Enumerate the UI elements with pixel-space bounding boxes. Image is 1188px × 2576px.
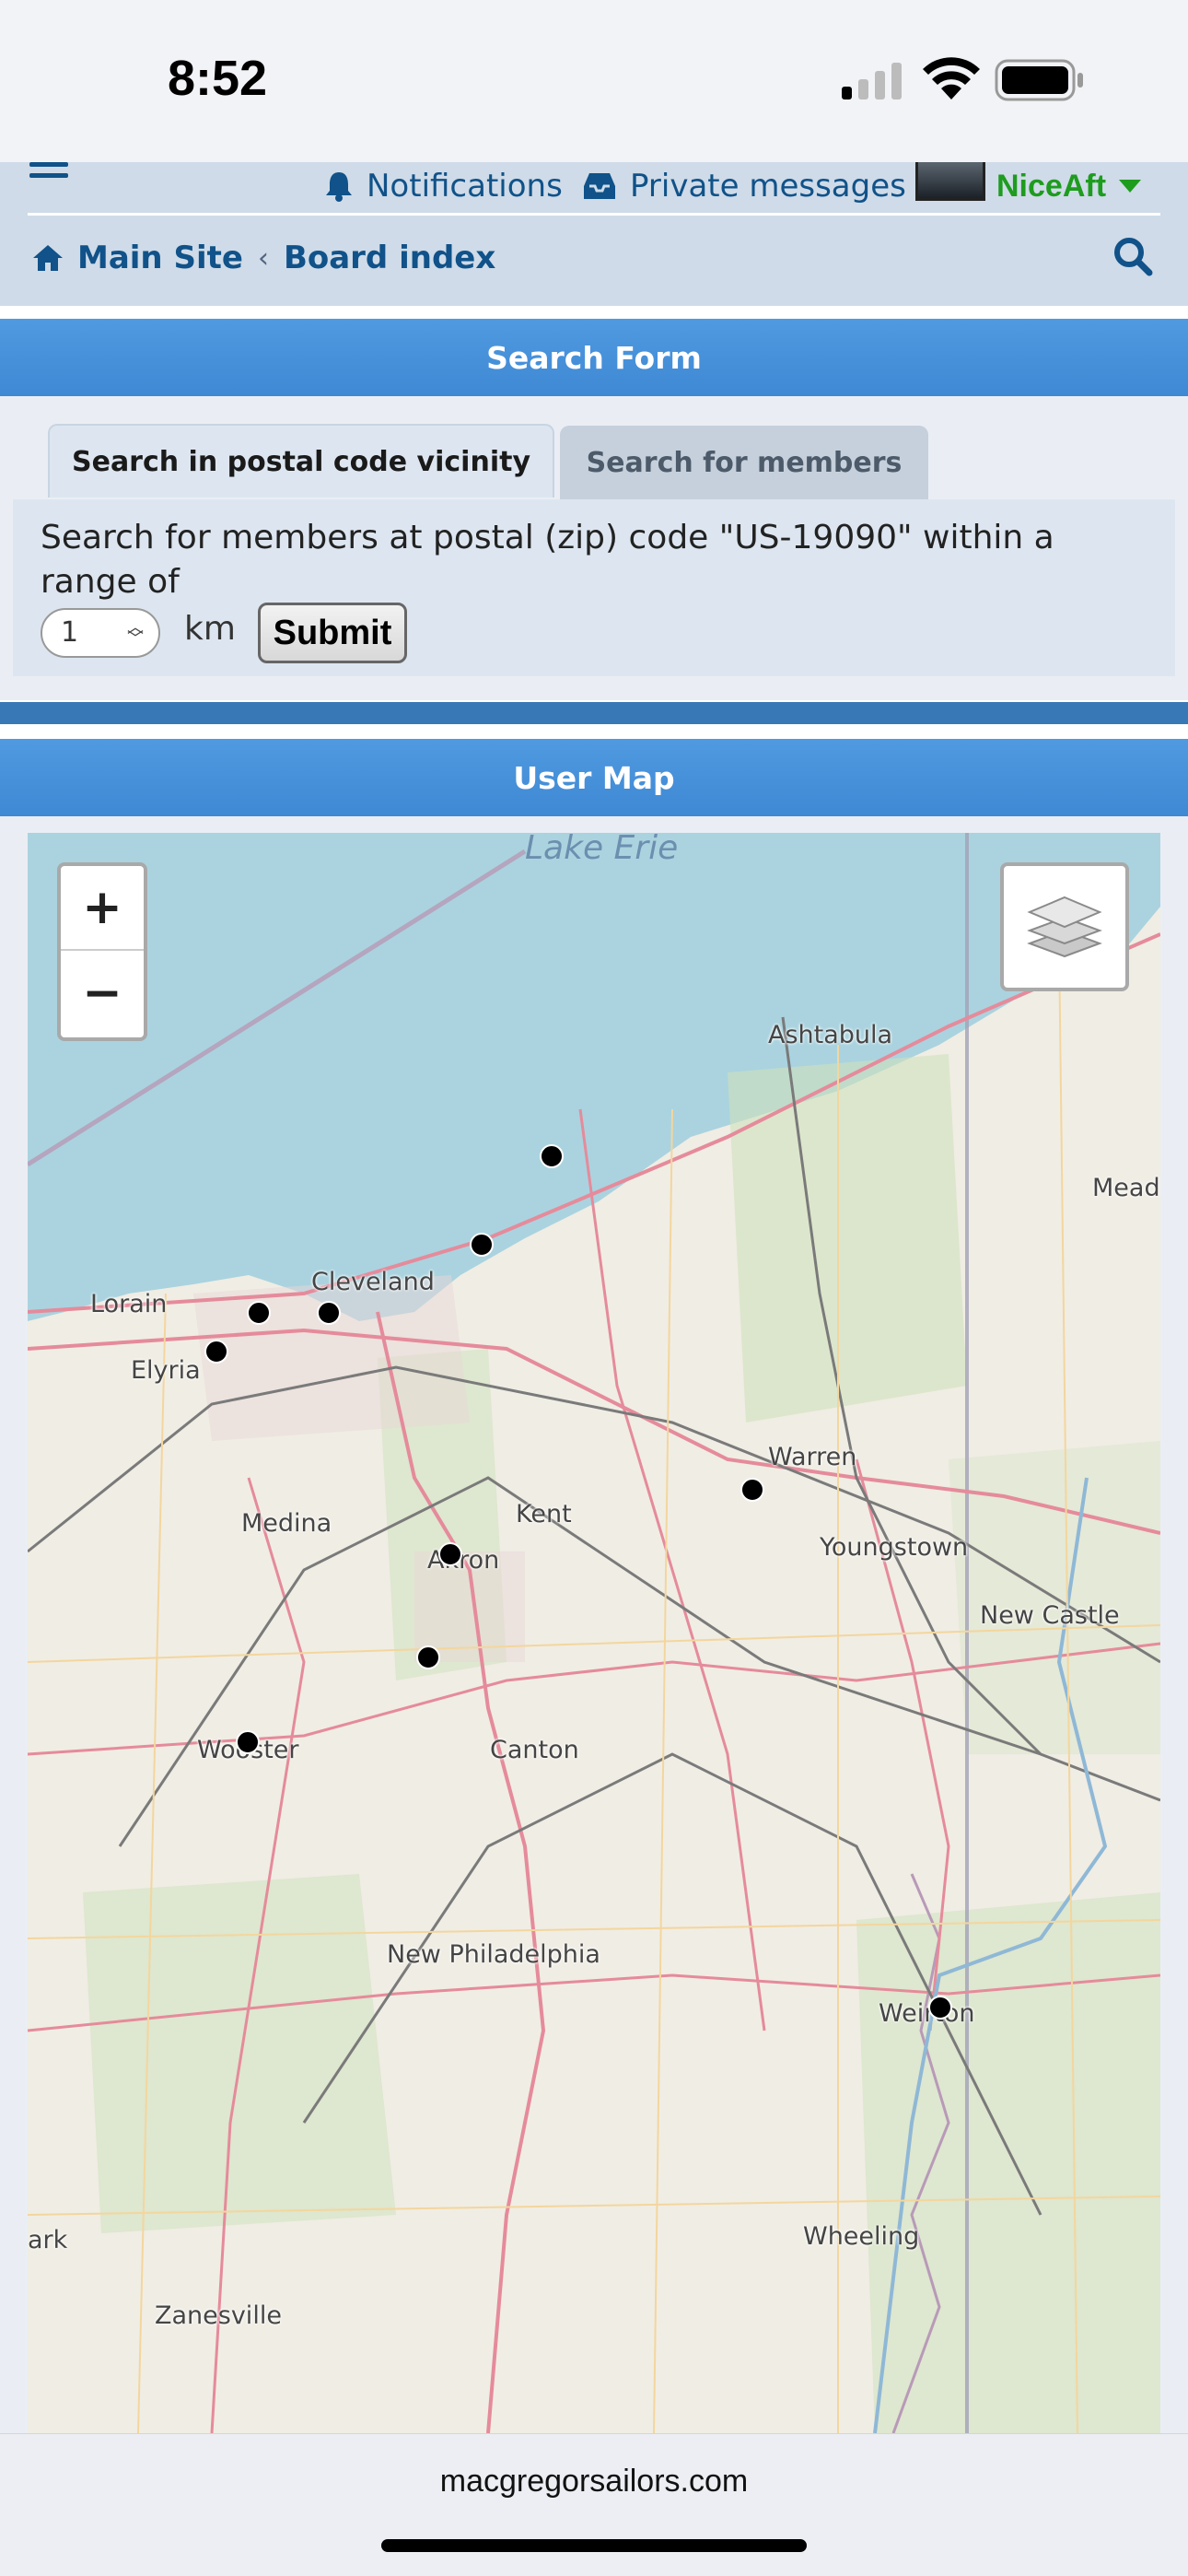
member-marker[interactable]: [540, 1144, 564, 1168]
search-form-box: Search for members at postal (zip) code …: [13, 499, 1175, 676]
map-label-mead: Mead: [1092, 1174, 1160, 1202]
member-marker[interactable]: [247, 1301, 271, 1325]
tab-label: Search in postal code vicinity: [71, 445, 531, 478]
username-label: NiceAft: [996, 168, 1107, 204]
stepper-arrows-icon[interactable]: ︿ ﹀: [127, 620, 144, 648]
map-label-lake-erie: Lake Erie: [525, 833, 679, 867]
range-value: 1: [61, 616, 79, 649]
layers-button[interactable]: [1000, 862, 1129, 991]
browser-bottom-bar: macgregorsailors.com: [0, 2433, 1188, 2576]
map-label-youngstown: Youngstown: [820, 1533, 969, 1562]
user-map-title: User Map: [513, 759, 675, 796]
map-label-new-castle: New Castle: [980, 1601, 1120, 1630]
spacer: [0, 724, 1188, 739]
breadcrumb-board-index[interactable]: Board index: [284, 240, 495, 276]
range-stepper[interactable]: 1 ︿ ﹀: [41, 608, 160, 658]
user-map[interactable]: Lake Erie Ashtabula Mead Lorain Clevelan…: [28, 833, 1160, 2433]
search-description: Search for members at postal (zip) code …: [41, 519, 1054, 601]
map-label-medina: Medina: [241, 1509, 332, 1538]
zoom-in-button[interactable]: +: [61, 866, 144, 951]
notifications-link[interactable]: Notifications: [324, 162, 563, 210]
member-marker[interactable]: [740, 1478, 764, 1502]
private-messages-link[interactable]: Private messages: [582, 162, 906, 210]
member-marker[interactable]: [928, 1996, 952, 2020]
breadcrumb-main-site[interactable]: Main Site: [77, 240, 243, 276]
spacer: [0, 306, 1188, 319]
battery-icon: [995, 59, 1083, 101]
forum-header: Notifications Private messages NiceAft M…: [0, 162, 1188, 306]
header-divider: [28, 213, 1160, 216]
map-label-lorain: Lorain: [90, 1290, 168, 1318]
member-marker[interactable]: [204, 1340, 228, 1364]
menu-icon[interactable]: [29, 162, 68, 188]
member-marker[interactable]: [317, 1301, 341, 1325]
breadcrumb: Main Site ‹ Board index: [31, 234, 495, 282]
member-marker[interactable]: [236, 1730, 260, 1754]
avatar[interactable]: [915, 162, 985, 201]
map-label-ashtabula: Ashtabula: [768, 1021, 893, 1049]
wifi-icon: [923, 57, 980, 100]
map-label-zanesville: Zanesville: [155, 2301, 282, 2330]
section-divider: [0, 702, 1188, 724]
layers-icon: [1027, 896, 1102, 958]
map-tiles: [28, 833, 1160, 2433]
tab-postal-code-vicinity[interactable]: Search in postal code vicinity: [48, 424, 554, 498]
zoom-out-button[interactable]: −: [61, 951, 144, 1036]
map-label-elyria: Elyria: [131, 1356, 201, 1385]
bell-icon: [326, 172, 352, 202]
cellular-signal-icon: [842, 63, 902, 100]
status-bar: 8:52: [0, 0, 1188, 162]
map-label-ark: ark: [28, 2226, 68, 2254]
map-label-cleveland: Cleveland: [311, 1268, 435, 1296]
notifications-label: Notifications: [367, 168, 563, 205]
search-form-header: Search Form: [0, 319, 1188, 396]
member-marker[interactable]: [470, 1233, 494, 1257]
breadcrumb-separator-icon: ‹: [257, 241, 269, 275]
home-icon: [33, 245, 63, 271]
home-indicator[interactable]: [381, 2539, 807, 2552]
user-menu[interactable]: NiceAft: [996, 162, 1142, 210]
caret-down-icon: [1119, 180, 1142, 193]
user-map-header: User Map: [0, 739, 1188, 816]
zoom-control: + −: [57, 862, 147, 1041]
range-unit: km: [184, 610, 236, 648]
map-label-kent: Kent: [516, 1500, 572, 1528]
submit-button[interactable]: Submit: [258, 603, 407, 663]
map-label-canton: Canton: [490, 1736, 579, 1764]
status-time: 8:52: [168, 51, 268, 106]
search-form-title: Search Form: [486, 339, 702, 376]
member-marker[interactable]: [416, 1645, 440, 1669]
inbox-icon: [584, 173, 615, 199]
map-label-weirton: Weirton: [879, 1999, 975, 2028]
map-label-warren: Warren: [768, 1443, 857, 1471]
tab-label: Search for members: [586, 446, 903, 479]
tab-search-members[interactable]: Search for members: [560, 426, 928, 499]
map-label-wheeling: Wheeling: [803, 2222, 920, 2251]
map-label-new-philadelphia: New Philadelphia: [387, 1940, 600, 1969]
address-bar[interactable]: macgregorsailors.com: [0, 2464, 1188, 2500]
search-icon[interactable]: [1112, 236, 1153, 276]
member-marker[interactable]: [438, 1542, 462, 1566]
private-messages-label: Private messages: [630, 168, 906, 205]
